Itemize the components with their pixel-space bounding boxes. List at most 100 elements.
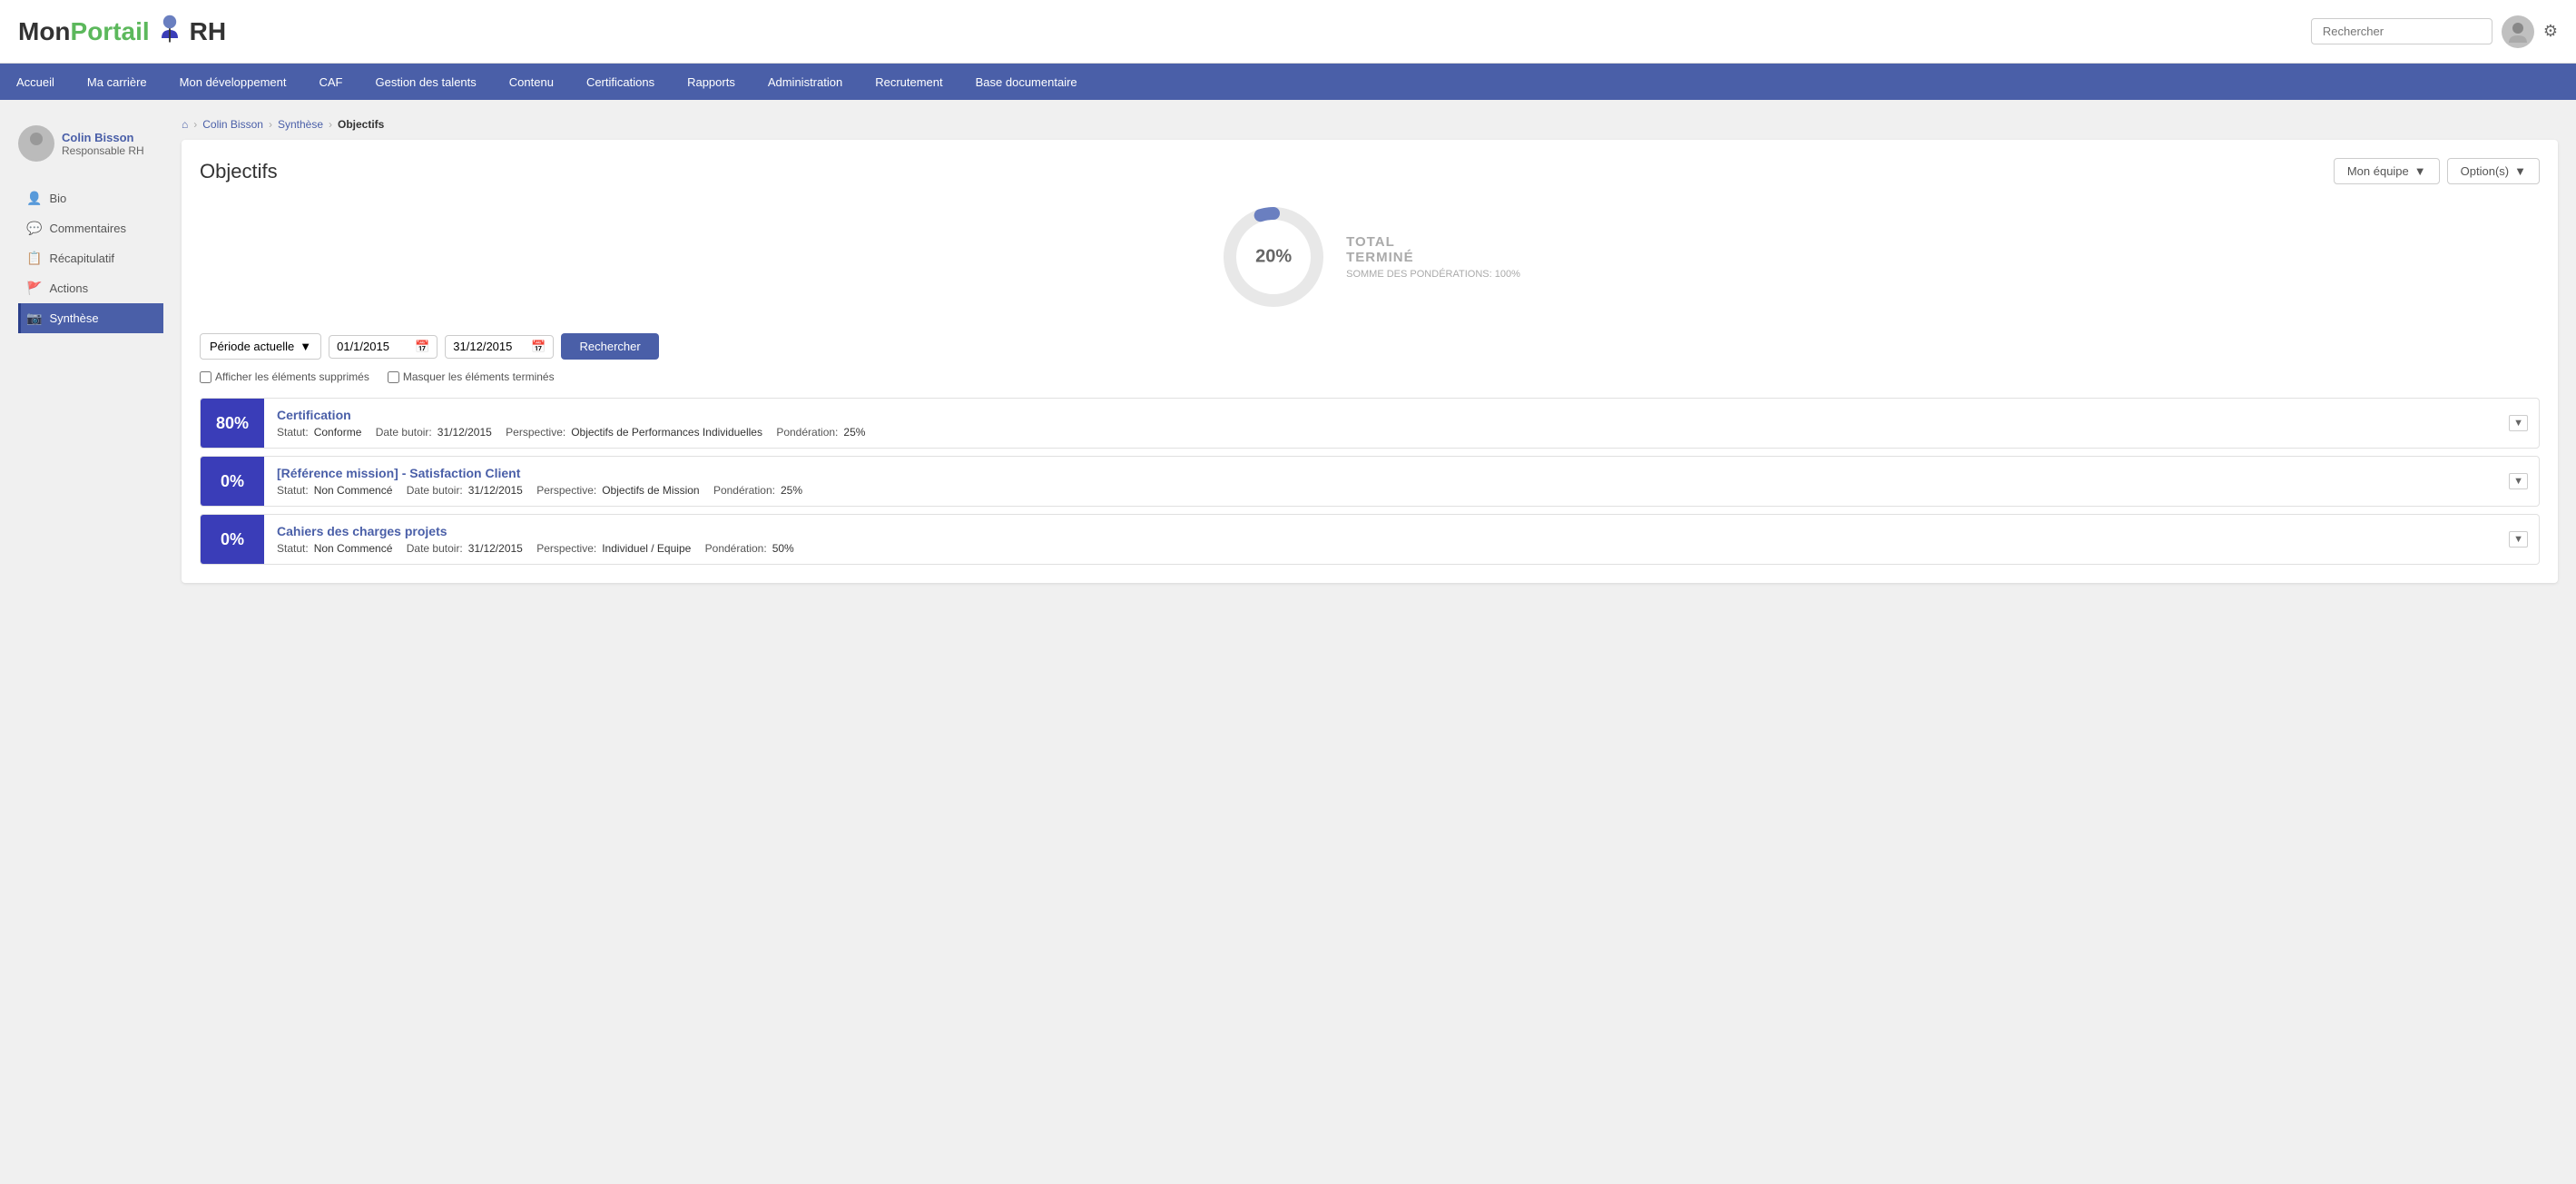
mon-equipe-button[interactable]: Mon équipe ▼ (2334, 158, 2440, 184)
nav-item-base-documentaire[interactable]: Base documentaire (959, 64, 1094, 100)
breadcrumb-section[interactable]: Synthèse (278, 118, 323, 131)
nav-item-certifications[interactable]: Certifications (570, 64, 671, 100)
donut-percent-label: 20% (1255, 247, 1292, 268)
period-label: Période actuelle (210, 340, 294, 353)
check-termines[interactable] (388, 371, 399, 383)
statut-value-0: Conforme (314, 426, 362, 439)
check-supprimes[interactable] (200, 371, 211, 383)
obj-details-0: Certification Statut: Conforme Date buto… (264, 399, 2498, 448)
sidebar-item-commentaires[interactable]: 💬 Commentaires (18, 213, 163, 243)
actions-icon: 🚩 (26, 281, 42, 296)
chart-area: 20% TOTAL TERMINÉ SOMME DES PONDÉRATIONS… (200, 202, 2540, 311)
statut-label-1: Statut: (277, 484, 309, 497)
ponderation-value-1: 25% (781, 484, 802, 497)
nav-item-caf[interactable]: CAF (302, 64, 359, 100)
perspective-label-0: Perspective: (506, 426, 565, 439)
ponderation-value-2: 50% (772, 542, 794, 555)
date-label-2: Date butoir: (407, 542, 463, 555)
sidebar-item-synthese-label: Synthèse (49, 311, 98, 325)
sidebar-item-bio[interactable]: 👤 Bio (18, 183, 163, 213)
synthese-icon: 📷 (26, 311, 42, 326)
main-card: Objectifs Mon équipe ▼ Option(s) ▼ (182, 140, 2558, 583)
objective-item-0: 80% Certification Statut: Conforme Date … (200, 398, 2540, 449)
nav-item-gestion-des-talents[interactable]: Gestion des talents (359, 64, 492, 100)
obj-title-2[interactable]: Cahiers des charges projets (277, 524, 2485, 538)
date-label-1: Date butoir: (407, 484, 463, 497)
perspective-label-2: Perspective: (536, 542, 596, 555)
obj-meta-0: Statut: Conforme Date butoir: 31/12/2015… (277, 426, 2485, 439)
nav-item-accueil[interactable]: Accueil (0, 64, 71, 100)
obj-title-1[interactable]: [Référence mission] - Satisfaction Clien… (277, 466, 2485, 480)
ponderation-label-2: Pondération: (705, 542, 767, 555)
sidebar-item-recapitulatif[interactable]: 📋 Récapitulatif (18, 243, 163, 273)
ponderation-label-0: Pondération: (776, 426, 838, 439)
obj-meta-2: Statut: Non Commencé Date butoir: 31/12/… (277, 542, 2485, 555)
breadcrumb: ⌂ › Colin Bisson › Synthèse › Objectifs (182, 118, 2558, 131)
nav-item-administration[interactable]: Administration (752, 64, 859, 100)
donut-chart: 20% (1219, 202, 1328, 311)
period-select[interactable]: Période actuelle ▼ (200, 333, 321, 360)
search-button[interactable]: Rechercher (561, 333, 658, 360)
obj-details-1: [Référence mission] - Satisfaction Clien… (264, 457, 2498, 506)
objective-item-1: 0% [Référence mission] - Satisfaction Cl… (200, 456, 2540, 507)
sidebar-item-recapitulatif-label: Récapitulatif (49, 252, 114, 265)
period-chevron-icon: ▼ (300, 340, 311, 353)
sidebar-user-role: Responsable RH (62, 144, 144, 157)
obj-expand-2[interactable]: ▼ (2498, 515, 2539, 564)
objective-item-2: 0% Cahiers des charges projets Statut: N… (200, 514, 2540, 565)
sidebar: Colin Bisson Responsable RH 👤 Bio 💬 Comm… (18, 118, 163, 583)
obj-details-2: Cahiers des charges projets Statut: Non … (264, 515, 2498, 564)
page-title: Objectifs (200, 160, 278, 183)
options-chevron-icon: ▼ (2514, 164, 2526, 178)
sidebar-item-commentaires-label: Commentaires (49, 222, 126, 235)
chevron-down-icon-0: ▼ (2509, 415, 2528, 431)
chart-total-label: TOTAL (1346, 234, 1520, 250)
perspective-value-2: Individuel / Equipe (602, 542, 691, 555)
date-to-input[interactable] (453, 340, 526, 353)
obj-meta-1: Statut: Non Commencé Date butoir: 31/12/… (277, 484, 2485, 497)
options-button[interactable]: Option(s) ▼ (2447, 158, 2540, 184)
date-to-wrap: 📅 (445, 335, 554, 359)
check-termines-label[interactable]: Masquer les éléments terminés (388, 370, 555, 383)
obj-pct-1: 0% (201, 457, 264, 506)
sidebar-user-info: Colin Bisson Responsable RH (62, 131, 144, 157)
main-container: Colin Bisson Responsable RH 👤 Bio 💬 Comm… (0, 100, 2576, 601)
sidebar-item-actions[interactable]: 🚩 Actions (18, 273, 163, 303)
date-from-input[interactable] (337, 340, 409, 353)
sidebar-user: Colin Bisson Responsable RH (18, 118, 163, 169)
sidebar-item-synthese[interactable]: 📷 Synthèse (18, 303, 163, 333)
nav-item-mon-developpement[interactable]: Mon développement (163, 64, 303, 100)
content-area: ⌂ › Colin Bisson › Synthèse › Objectifs … (182, 118, 2558, 583)
calendar-to-icon[interactable]: 📅 (531, 340, 546, 354)
statut-value-2: Non Commencé (314, 542, 393, 555)
check-supprimes-label[interactable]: Afficher les éléments supprimés (200, 370, 369, 383)
breadcrumb-user[interactable]: Colin Bisson (202, 118, 263, 131)
nav-item-ma-carriere[interactable]: Ma carrière (71, 64, 163, 100)
obj-expand-0[interactable]: ▼ (2498, 399, 2539, 448)
search-input[interactable] (2311, 18, 2492, 44)
logo-mon: Mon (18, 17, 71, 46)
chevron-down-icon-1: ▼ (2509, 473, 2528, 489)
avatar (2502, 15, 2534, 48)
header: MonPortail RH ⚙ (0, 0, 2576, 64)
ponderation-label-1: Pondération: (713, 484, 775, 497)
nav-item-recrutement[interactable]: Recrutement (859, 64, 959, 100)
obj-pct-2: 0% (201, 515, 264, 564)
obj-expand-1[interactable]: ▼ (2498, 457, 2539, 506)
bio-icon: 👤 (26, 191, 42, 206)
home-icon[interactable]: ⌂ (182, 118, 188, 131)
nav-item-contenu[interactable]: Contenu (493, 64, 570, 100)
obj-pct-0: 80% (201, 399, 264, 448)
settings-button[interactable]: ⚙ (2543, 22, 2558, 41)
calendar-from-icon[interactable]: 📅 (415, 340, 429, 354)
statut-label-2: Statut: (277, 542, 309, 555)
chart-somme-label: SOMME DES PONDÉRATIONS: 100% (1346, 269, 1520, 280)
card-actions: Mon équipe ▼ Option(s) ▼ (2334, 158, 2540, 184)
sidebar-item-actions-label: Actions (49, 281, 88, 295)
obj-title-0[interactable]: Certification (277, 408, 2485, 422)
sidebar-avatar (18, 125, 54, 162)
mon-equipe-chevron-icon: ▼ (2414, 164, 2426, 178)
nav-item-rapports[interactable]: Rapports (671, 64, 752, 100)
chevron-down-icon-2: ▼ (2509, 531, 2528, 548)
checkboxes-row: Afficher les éléments supprimés Masquer … (200, 370, 2540, 383)
